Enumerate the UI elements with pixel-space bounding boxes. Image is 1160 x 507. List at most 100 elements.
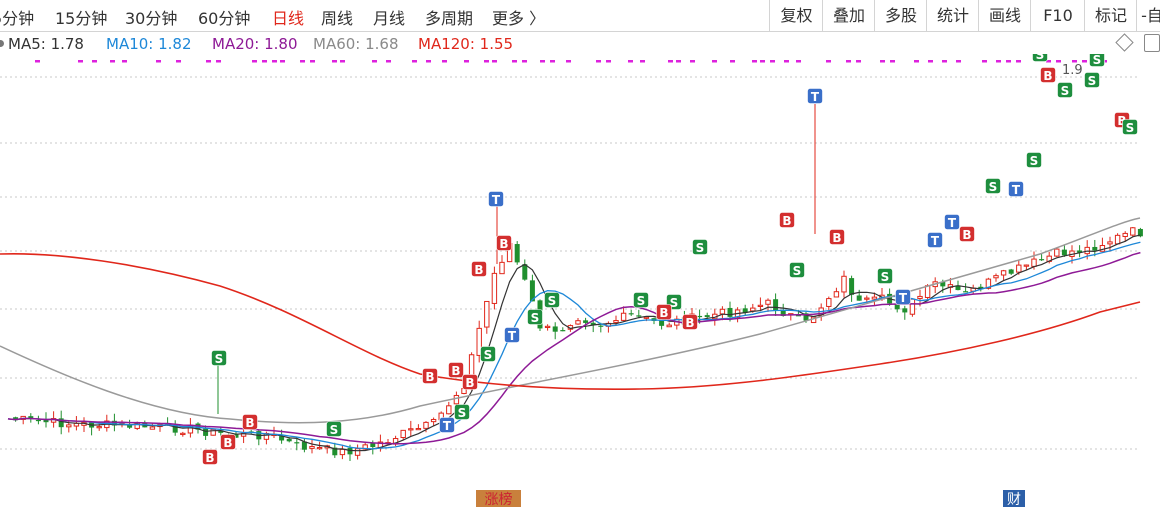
marker-letter-S: S bbox=[696, 241, 705, 255]
signal-mark bbox=[956, 60, 961, 63]
candle-body bbox=[826, 298, 832, 307]
marker-letter-S: S bbox=[1036, 54, 1045, 62]
signal-mark bbox=[272, 60, 277, 63]
signal-mark bbox=[310, 60, 315, 63]
candle-body bbox=[993, 275, 999, 279]
signal-mark bbox=[216, 60, 221, 63]
tool-button-6[interactable]: 标记 bbox=[1084, 0, 1137, 31]
event-tag-1: 财 bbox=[1007, 492, 1021, 507]
tool-button-4[interactable]: 画线 bbox=[978, 0, 1031, 31]
signal-mark bbox=[386, 60, 391, 63]
marker-letter-T: T bbox=[811, 90, 820, 104]
tool-button-7[interactable]: -自 bbox=[1136, 0, 1160, 31]
period-tab-8[interactable]: 更多 〉 bbox=[492, 5, 545, 29]
tool-button-2[interactable]: 多股 bbox=[874, 0, 927, 31]
diamond-icon[interactable] bbox=[1115, 33, 1134, 52]
marker-letter-T: T bbox=[508, 329, 517, 343]
candle-body bbox=[430, 418, 437, 423]
panel-toggle-icon[interactable] bbox=[1144, 34, 1160, 52]
tool-button-1[interactable]: 叠加 bbox=[822, 0, 875, 31]
candle-body bbox=[697, 315, 703, 318]
ma-label-4: MA120: 1.55 bbox=[418, 35, 514, 53]
marker-letter-S: S bbox=[458, 406, 467, 420]
marker-letter-B: B bbox=[832, 231, 841, 245]
candle-body bbox=[339, 448, 346, 456]
candle-body bbox=[1023, 264, 1030, 267]
marker-letter-B: B bbox=[465, 376, 474, 390]
signal-mark bbox=[606, 60, 611, 63]
signal-mark bbox=[982, 60, 987, 63]
candle-body bbox=[96, 426, 102, 429]
candle-body bbox=[613, 320, 619, 323]
marker-letter-S: S bbox=[1088, 74, 1097, 88]
signal-mark bbox=[122, 60, 127, 63]
signal-mark bbox=[730, 60, 735, 63]
period-tab-0[interactable]: 5分钟 bbox=[0, 5, 34, 29]
signal-mark bbox=[712, 60, 717, 63]
candle-body bbox=[727, 307, 733, 317]
tool-button-5[interactable]: F10 bbox=[1030, 0, 1085, 31]
signal-mark bbox=[914, 60, 919, 63]
candle-body bbox=[560, 330, 566, 332]
tool-button-3[interactable]: 统计 bbox=[926, 0, 979, 31]
signal-mark bbox=[760, 60, 765, 63]
candle-body bbox=[963, 291, 969, 293]
tool-button-0[interactable]: 复权 bbox=[769, 0, 823, 31]
signal-mark bbox=[942, 60, 947, 63]
legend-dot-icon bbox=[0, 40, 4, 47]
signal-mark bbox=[464, 60, 469, 63]
candle-body bbox=[309, 446, 315, 449]
ma-label-3: MA60: 1.68 bbox=[313, 35, 399, 53]
candle-body bbox=[484, 300, 490, 328]
marker-letter-B: B bbox=[659, 306, 668, 320]
candle-body bbox=[423, 421, 429, 429]
signal-mark bbox=[412, 60, 417, 63]
candle-body bbox=[598, 325, 604, 327]
candle-body bbox=[1039, 259, 1045, 261]
marker-letter-T: T bbox=[948, 216, 957, 230]
marker-letter-S: S bbox=[1061, 84, 1070, 98]
candle-body bbox=[522, 264, 528, 280]
period-tab-5[interactable]: 周线 bbox=[321, 5, 353, 29]
candle-body bbox=[1092, 246, 1098, 251]
candle-body bbox=[316, 447, 323, 450]
marker-letter-B: B bbox=[245, 416, 254, 430]
signal-mark bbox=[110, 60, 115, 63]
marker-letter-S: S bbox=[215, 352, 224, 366]
signal-mark bbox=[784, 60, 789, 63]
signal-mark bbox=[1056, 60, 1061, 63]
candle-body bbox=[499, 261, 505, 275]
candle-body bbox=[849, 278, 855, 295]
signal-mark bbox=[640, 60, 645, 63]
signal-mark bbox=[92, 60, 97, 63]
period-tab-4[interactable]: 日线 bbox=[272, 5, 304, 29]
marker-letter-B: B bbox=[451, 364, 460, 378]
signal-mark bbox=[550, 60, 555, 63]
marker-letter-B: B bbox=[1043, 69, 1052, 83]
candle-body bbox=[491, 272, 498, 304]
signal-mark bbox=[890, 60, 895, 63]
event-tag-0: 涨榜 bbox=[485, 491, 513, 507]
period-tab-2[interactable]: 30分钟 bbox=[125, 5, 177, 29]
period-tab-6[interactable]: 月线 bbox=[373, 5, 405, 29]
signal-mark bbox=[928, 60, 933, 63]
candle-body bbox=[773, 299, 779, 311]
period-tab-7[interactable]: 多周期 bbox=[425, 5, 473, 29]
candle-body bbox=[628, 313, 634, 315]
candle-body bbox=[35, 419, 41, 422]
signal-mark bbox=[484, 60, 489, 63]
candle-body bbox=[408, 428, 414, 431]
period-tab-1[interactable]: 15分钟 bbox=[55, 5, 107, 29]
ma-label-1: MA10: 1.82 bbox=[106, 35, 192, 53]
candle-body bbox=[1107, 241, 1113, 245]
candle-body bbox=[894, 304, 900, 310]
candle-body bbox=[636, 315, 642, 317]
candle-body bbox=[620, 312, 627, 321]
signal-mark bbox=[826, 60, 831, 63]
candle-body bbox=[917, 295, 923, 299]
candle-body bbox=[453, 394, 460, 405]
period-tab-3[interactable]: 60分钟 bbox=[198, 5, 250, 29]
candle-body bbox=[1016, 264, 1022, 273]
candle-body bbox=[446, 405, 452, 415]
signal-mark bbox=[856, 60, 861, 63]
